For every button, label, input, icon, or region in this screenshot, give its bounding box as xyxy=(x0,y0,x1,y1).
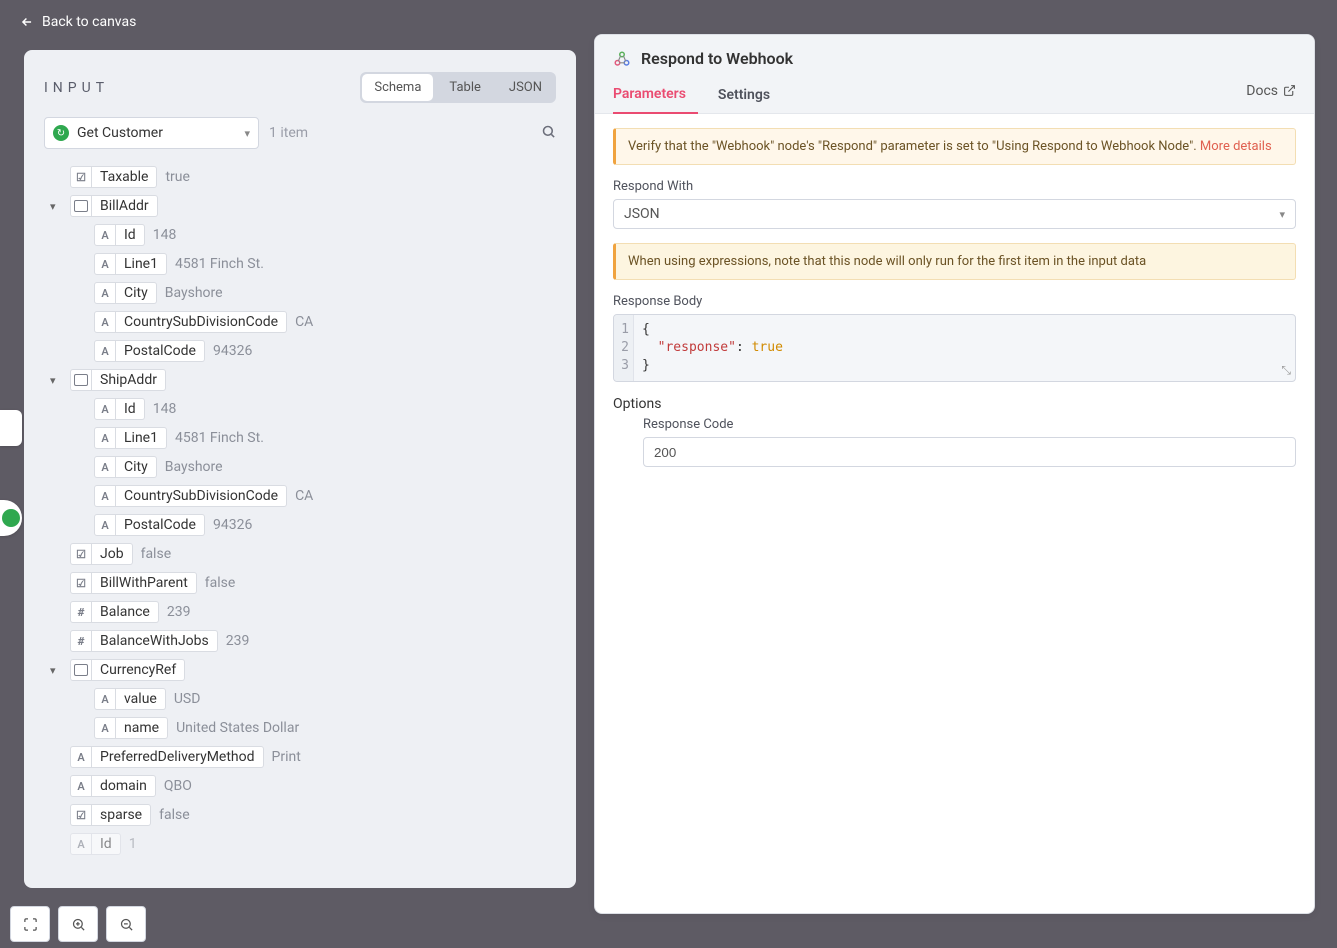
fit-view-button[interactable] xyxy=(10,906,50,942)
respond-with-select[interactable]: JSON ▾ xyxy=(613,199,1296,229)
caret-icon[interactable]: ▾ xyxy=(50,374,62,387)
string-icon: A xyxy=(94,688,116,710)
string-icon: A xyxy=(94,311,116,333)
tree-row[interactable]: ACityBayshore xyxy=(94,454,556,480)
string-icon: A xyxy=(94,514,116,536)
caret-icon[interactable]: ▾ xyxy=(50,664,62,677)
code-content[interactable]: { "response": true } xyxy=(634,315,791,381)
node-title: Respond to Webhook xyxy=(641,49,793,68)
zoom-in-button[interactable] xyxy=(58,906,98,942)
resize-handle-icon[interactable]: ⤡ xyxy=(1281,363,1291,378)
respond-with-label: Respond With xyxy=(613,179,1296,194)
tree-row[interactable]: AId148 xyxy=(94,222,556,248)
options-label: Options xyxy=(613,396,1296,412)
input-panel: INPUT Schema Table JSON ↻ Get Customer ▾… xyxy=(24,50,576,888)
left-handle-1[interactable] xyxy=(0,410,22,446)
tree-row[interactable]: APreferredDeliveryMethodPrint xyxy=(70,744,556,770)
response-body-editor[interactable]: 123 { "response": true } ⤡ xyxy=(613,314,1296,382)
webhook-icon xyxy=(613,50,631,68)
external-link-icon xyxy=(1283,84,1296,97)
tree-row-shipaddr[interactable]: ▾ ShipAddr xyxy=(70,367,556,393)
tree-row[interactable]: ☑sparsefalse xyxy=(70,802,556,828)
object-icon xyxy=(70,659,92,681)
string-icon: A xyxy=(94,485,116,507)
tree-row[interactable]: ☑Jobfalse xyxy=(70,541,556,567)
tree-row[interactable]: AnameUnited States Dollar xyxy=(94,715,556,741)
alert-expressions-note: When using expressions, note that this n… xyxy=(613,243,1296,280)
canvas-zoom-controls xyxy=(10,906,146,942)
string-icon: A xyxy=(94,427,116,449)
bool-icon: ☑ xyxy=(70,804,92,826)
tree-row-taxable[interactable]: ☑Taxable true xyxy=(70,164,556,190)
back-label: Back to canvas xyxy=(42,14,136,30)
zoom-out-button[interactable] xyxy=(106,906,146,942)
input-title: INPUT xyxy=(44,80,109,96)
left-handle-2[interactable] xyxy=(0,500,22,536)
string-icon: A xyxy=(94,398,116,420)
tree-row[interactable]: ACountrySubDivisionCodeCA xyxy=(94,483,556,509)
tree-row[interactable]: ALine14581 Finch St. xyxy=(94,251,556,277)
string-icon: A xyxy=(94,282,116,304)
item-count: 1 item xyxy=(269,125,308,141)
string-icon: A xyxy=(94,456,116,478)
object-icon xyxy=(70,195,92,217)
tree-row[interactable]: ACountrySubDivisionCodeCA xyxy=(94,309,556,335)
string-icon: A xyxy=(70,775,92,797)
tree-row[interactable]: AdomainQBO xyxy=(70,773,556,799)
alert-webhook-verify: Verify that the "Webhook" node's "Respon… xyxy=(613,128,1296,165)
tree-row[interactable]: APostalCode94326 xyxy=(94,338,556,364)
response-code-label: Response Code xyxy=(643,417,1296,432)
tree-row[interactable]: AId1 xyxy=(70,831,556,857)
tree-row[interactable]: #Balance239 xyxy=(70,599,556,625)
bool-icon: ☑ xyxy=(70,166,92,188)
tab-schema[interactable]: Schema xyxy=(362,74,433,101)
string-icon: A xyxy=(94,340,116,362)
object-icon xyxy=(70,369,92,391)
response-body-label: Response Body xyxy=(613,294,1296,309)
tree-row[interactable]: AvalueUSD xyxy=(94,686,556,712)
tree-row[interactable]: APostalCode94326 xyxy=(94,512,556,538)
docs-link[interactable]: Docs xyxy=(1246,83,1296,107)
tab-settings[interactable]: Settings xyxy=(718,77,782,113)
string-icon: A xyxy=(70,833,92,855)
string-icon: A xyxy=(94,253,116,275)
string-icon: A xyxy=(94,717,116,739)
tree-row[interactable]: ☑BillWithParentfalse xyxy=(70,570,556,596)
bool-icon: ☑ xyxy=(70,543,92,565)
tree-row[interactable]: ACityBayshore xyxy=(94,280,556,306)
source-icon: ↻ xyxy=(53,125,69,141)
tab-parameters[interactable]: Parameters xyxy=(613,76,698,114)
string-icon: A xyxy=(94,224,116,246)
tree-row[interactable]: AId148 xyxy=(94,396,556,422)
chevron-down-icon: ▾ xyxy=(244,127,250,140)
tree-row-billaddr[interactable]: ▾ BillAddr xyxy=(70,193,556,219)
tree-row-currencyref[interactable]: ▾ CurrencyRef xyxy=(70,657,556,683)
view-tabs: Schema Table JSON xyxy=(360,72,556,103)
bool-icon: ☑ xyxy=(70,572,92,594)
input-source-select[interactable]: ↻ Get Customer ▾ xyxy=(44,117,259,149)
back-to-canvas-link[interactable]: Back to canvas xyxy=(20,14,136,30)
more-details-link[interactable]: More details xyxy=(1200,139,1272,154)
tree-row[interactable]: ALine14581 Finch St. xyxy=(94,425,556,451)
tree-row[interactable]: #BalanceWithJobs239 xyxy=(70,628,556,654)
arrow-left-icon xyxy=(20,15,34,29)
number-icon: # xyxy=(70,601,92,623)
schema-tree[interactable]: ☑Taxable true ▾ BillAddr AId148 ALine145… xyxy=(24,161,576,888)
tab-json[interactable]: JSON xyxy=(495,72,556,103)
tab-table[interactable]: Table xyxy=(435,72,494,103)
node-editor-panel: Respond to Webhook Parameters Settings D… xyxy=(594,34,1315,914)
string-icon: A xyxy=(70,746,92,768)
code-gutter: 123 xyxy=(614,315,634,381)
response-code-input[interactable] xyxy=(643,437,1296,467)
input-source-name: Get Customer xyxy=(77,125,236,141)
chevron-down-icon: ▾ xyxy=(1279,208,1285,221)
caret-icon[interactable]: ▾ xyxy=(50,200,62,213)
number-icon: # xyxy=(70,630,92,652)
search-icon[interactable] xyxy=(541,124,556,143)
